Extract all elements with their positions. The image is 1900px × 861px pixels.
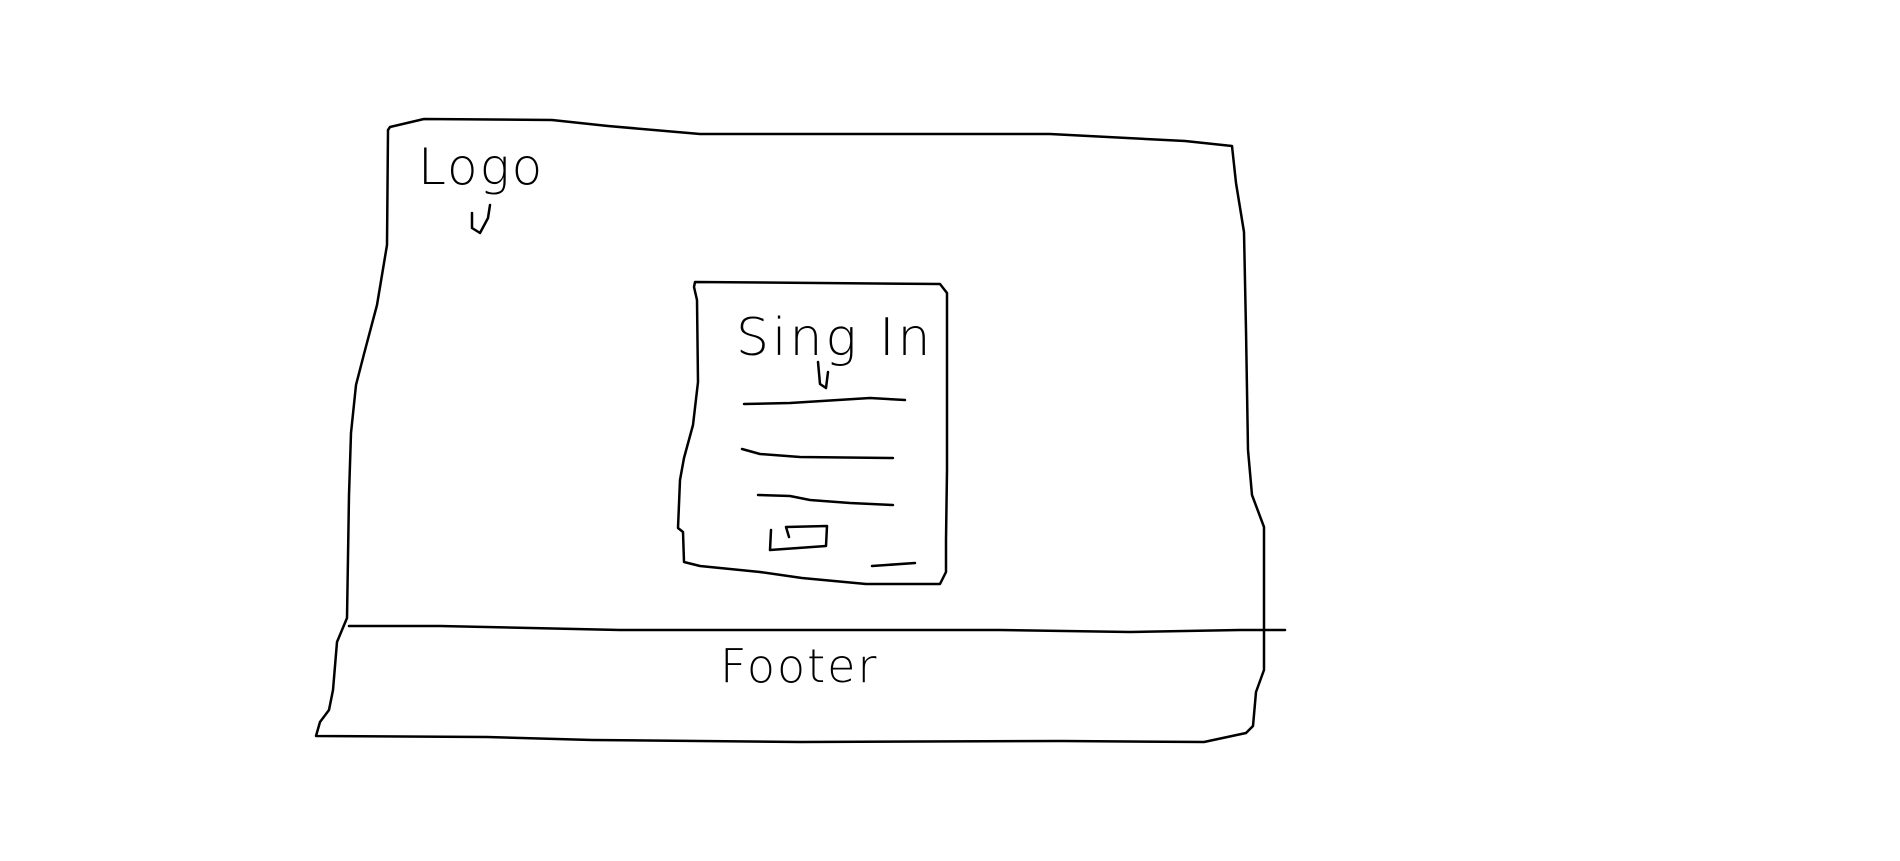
signin-button[interactable] (768, 524, 829, 552)
footer-label: Footer (720, 639, 878, 693)
forgot-link[interactable] (870, 561, 917, 568)
signin-title: Sing In (736, 308, 933, 368)
footer-divider (347, 624, 1287, 634)
logo-label: Logo (418, 138, 544, 196)
logo-descender (470, 203, 492, 235)
extra-input[interactable] (756, 493, 895, 507)
wireframe-sketch: Logo Sing In Footer (314, 117, 1287, 744)
password-input[interactable] (740, 447, 895, 460)
username-input[interactable] (742, 396, 907, 406)
